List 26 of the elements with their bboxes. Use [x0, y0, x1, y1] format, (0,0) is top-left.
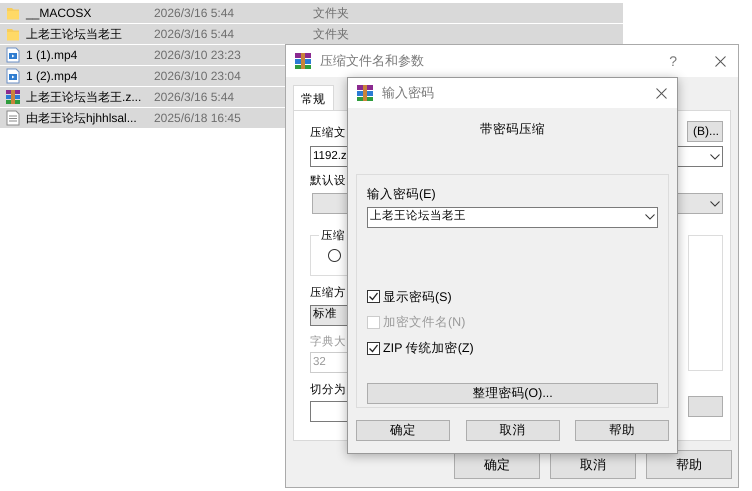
window-title: 压缩文件名和参数 [320, 52, 424, 70]
window-title: 输入密码 [382, 84, 434, 102]
field-label: 压缩文 [310, 126, 346, 141]
file-date: 2026/3/10 23:04 [154, 68, 242, 85]
dialog-heading: 带密码压缩 [479, 121, 546, 138]
checkbox-label: ZIP 传统加密(Z) [383, 340, 474, 357]
checkbox-label: 加密文件名(N) [383, 314, 466, 332]
file-name: 1 (1).mp4 [26, 47, 78, 64]
file-name: 由老王论坛hjhhlsal... [26, 110, 138, 127]
file-type: 文件夹 [313, 5, 349, 22]
file-type: 文件夹 [313, 26, 349, 43]
file-date: 2026/3/16 5:44 [154, 26, 236, 43]
field-label: 压缩方 [310, 285, 346, 302]
file-name: __MACOSX [26, 5, 92, 22]
file-name: 上老王论坛当老王.z... [26, 89, 142, 106]
file-date: 2025/6/18 16:45 [154, 110, 242, 127]
field-label: 字典大 [310, 334, 346, 350]
field-label: 切分为 [310, 382, 346, 398]
checkbox-label: 显示密码(S) [383, 288, 452, 306]
file-date: 2026/3/16 5:44 [154, 89, 236, 106]
file-date: 2026/3/16 5:44 [154, 5, 236, 22]
file-name: 上老王论坛当老王 [26, 26, 123, 43]
file-name: 1 (2).mp4 [26, 68, 78, 85]
field-label: 输入密码(E) [367, 186, 436, 203]
field-label: 默认设 [310, 174, 346, 189]
file-date: 2026/3/10 23:23 [154, 47, 242, 64]
